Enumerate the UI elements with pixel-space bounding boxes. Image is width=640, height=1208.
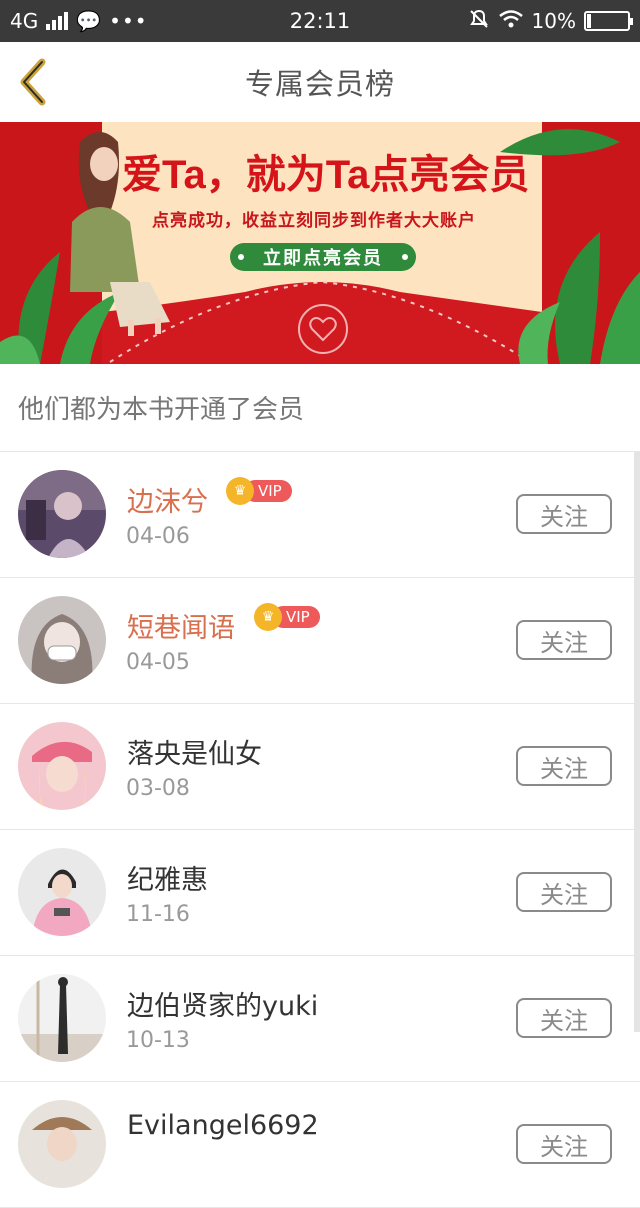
follow-button[interactable]: 关注 [516,494,612,534]
member-name[interactable]: Evilangel6692 [127,1110,319,1141]
chevron-left-icon [20,58,46,106]
list-item[interactable]: 边伯贤家的yuki 10-13 关注 [0,956,640,1082]
list-item[interactable]: 落央是仙女 03-08 关注 [0,704,640,830]
crown-icon: ♛ [226,477,254,505]
follow-button[interactable]: 关注 [516,746,612,786]
crown-icon: ♛ [254,603,282,631]
member-name[interactable]: 边伯贤家的yuki [127,984,318,1023]
member-name[interactable]: 短巷闻语 [127,606,235,645]
page-title: 专属会员榜 [244,67,395,101]
promo-banner[interactable]: 爱Ta，就为Ta点亮会员 点亮成功，收益立刻同步到作者大大账户 立即点亮会员 [0,122,640,364]
follow-button[interactable]: 关注 [516,998,612,1038]
member-date: 03-08 [126,776,190,801]
member-list: 边沫兮 ♛ VIP 04-06 关注 短巷闻语 ♛ VIP 04-05 关注 落… [0,452,640,1208]
avatar[interactable] [18,596,106,684]
status-right: 10% [468,0,633,42]
list-item[interactable]: 纪雅惠 11-16 关注 [0,830,640,956]
list-item[interactable]: Evilangel6692 关注 [0,1082,640,1208]
banner-headline: 爱Ta，就为Ta点亮会员 [122,153,530,197]
navigation-bar: 专属会员榜 [0,42,640,122]
status-bar: 4G 💬 ••• 22:11 10% [0,0,640,42]
vip-badge: ♛ VIP [254,603,320,631]
avatar[interactable] [18,722,106,810]
member-name[interactable]: 边沫兮 [127,480,208,519]
member-date: 04-05 [126,650,190,675]
avatar[interactable] [18,1100,106,1188]
avatar[interactable] [18,848,106,936]
list-item[interactable]: 边沫兮 ♛ VIP 04-06 关注 [0,452,640,578]
member-date: 11-16 [126,902,190,927]
list-item[interactable]: 短巷闻语 ♛ VIP 04-05 关注 [0,578,640,704]
follow-button[interactable]: 关注 [516,872,612,912]
heart-seal-icon [298,304,348,354]
follow-button[interactable]: 关注 [516,1124,612,1164]
wifi-icon [498,9,524,34]
member-name[interactable]: 纪雅惠 [127,858,208,897]
vip-badge: ♛ VIP [226,477,292,505]
member-name[interactable]: 落央是仙女 [127,732,262,771]
battery-percent: 10% [531,9,576,33]
light-up-vip-button[interactable]: 立即点亮会员 [230,243,416,271]
section-title: 他们都为本书开通了会员 [0,364,640,452]
banner-subtitle: 点亮成功，收益立刻同步到作者大大账户 [152,211,476,231]
avatar[interactable] [18,974,106,1062]
member-date: 10-13 [126,1028,190,1053]
battery-icon [584,11,633,31]
back-button[interactable] [14,56,58,108]
scrollbar[interactable] [634,452,640,1032]
follow-button[interactable]: 关注 [516,620,612,660]
mute-alarm-icon [468,8,490,35]
member-date: 04-06 [126,524,190,549]
avatar[interactable] [18,470,106,558]
